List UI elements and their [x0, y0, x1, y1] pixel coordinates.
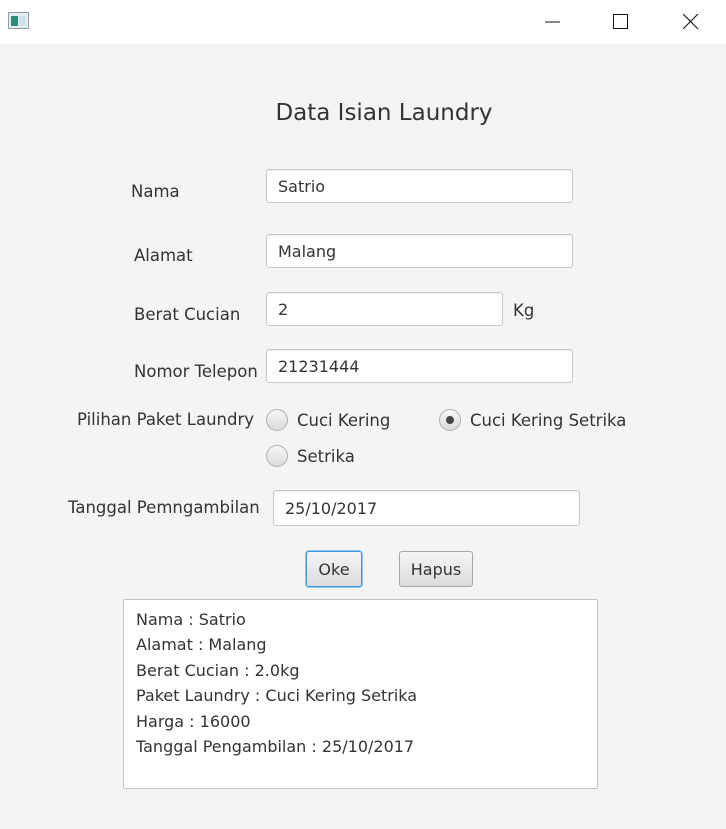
nama-label: Nama — [131, 182, 180, 201]
app-icon — [8, 12, 29, 29]
output-line: Alamat : Malang — [136, 635, 267, 655]
alamat-input[interactable] — [266, 234, 573, 268]
close-icon — [683, 14, 699, 30]
radio-button-icon[interactable] — [266, 409, 288, 431]
alamat-label: Alamat — [134, 246, 193, 265]
telepon-label: Nomor Telepon — [134, 362, 258, 381]
telepon-input[interactable] — [266, 349, 573, 383]
radio-button-icon[interactable] — [266, 445, 288, 467]
output-line: Harga : 16000 — [136, 711, 251, 731]
output-line: Paket Laundry : Cuci Kering Setrika — [136, 686, 418, 706]
maximize-icon — [613, 14, 628, 29]
minimize-button[interactable] — [530, 0, 576, 44]
nama-input[interactable] — [266, 169, 573, 203]
output-line: Nama : Satrio — [136, 610, 246, 629]
radio-label: Cuci Kering — [297, 410, 391, 430]
output-line: Berat Cucian : 2.0kg — [136, 660, 300, 680]
berat-label: Berat Cucian — [134, 305, 241, 324]
radio-label: Cuci Kering Setrika — [470, 410, 627, 430]
paket-label: Pilihan Paket Laundry — [77, 410, 255, 429]
tanggal-label: Tanggal Pemngambilan — [68, 498, 260, 517]
radio-cuci-kering[interactable]: Cuci Kering — [266, 407, 390, 433]
output-line: Tanggal Pengambilan : 25/10/2017 — [136, 737, 415, 757]
radio-setrika[interactable]: Setrika — [266, 443, 355, 469]
minimize-icon — [545, 21, 560, 23]
berat-input[interactable] — [266, 292, 503, 326]
hapus-button[interactable]: Hapus — [399, 551, 473, 587]
radio-button-icon[interactable] — [439, 409, 461, 431]
berat-unit: Kg — [513, 301, 535, 320]
output-textarea[interactable]: Nama : Satrio Alamat : Malang Berat Cuci… — [123, 599, 598, 789]
form-title: Data Isian Laundry — [275, 100, 493, 126]
close-button[interactable] — [668, 0, 714, 44]
tanggal-input[interactable] — [273, 490, 580, 526]
maximize-button[interactable] — [598, 0, 644, 44]
radio-label: Setrika — [297, 446, 355, 466]
radio-cuci-kering-setrika[interactable]: Cuci Kering Setrika — [439, 407, 626, 433]
title-bar — [0, 0, 726, 44]
oke-button[interactable]: Oke — [306, 551, 362, 587]
